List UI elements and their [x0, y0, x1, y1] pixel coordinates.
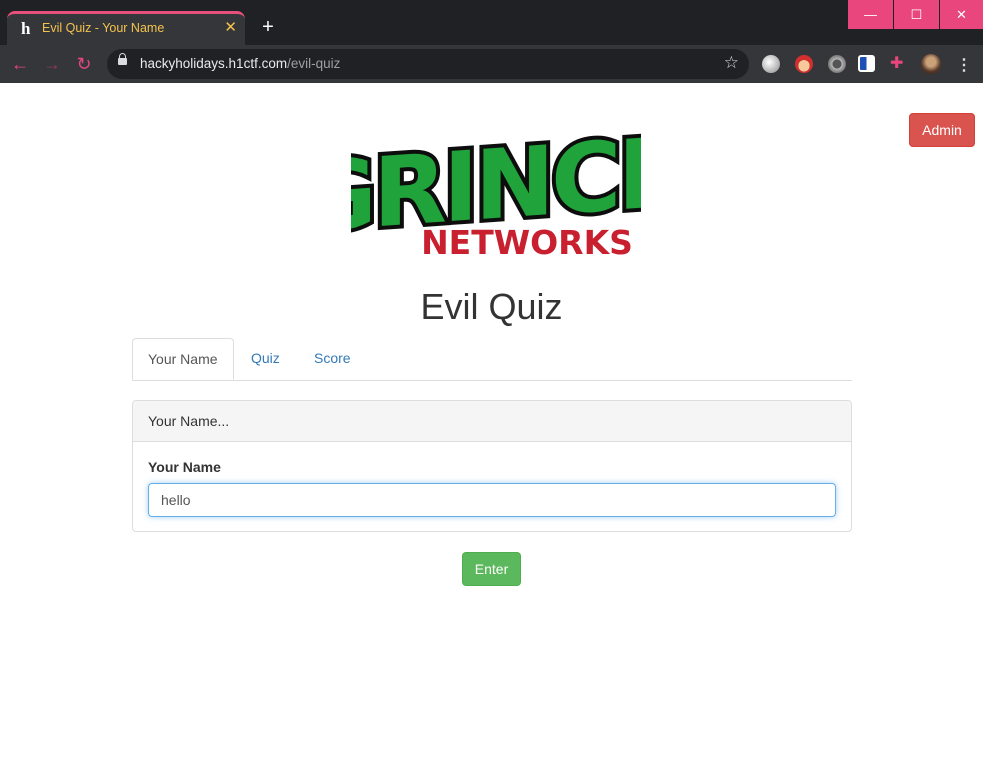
- reload-icon[interactable]: ↻: [73, 53, 95, 75]
- quiz-tabs: Your Name Quiz Score: [132, 338, 852, 381]
- url-text: hackyholidays.h1ctf.com/evil-quiz: [140, 56, 340, 71]
- browser-toolbar: ← → ↻ hackyholidays.h1ctf.com/evil-quiz …: [0, 45, 983, 83]
- close-window-button[interactable]: ✕: [940, 0, 983, 29]
- grinch-networks-logo: GRINCH NETWORKS: [351, 116, 641, 261]
- panel-heading: Your Name...: [133, 401, 851, 442]
- new-tab-button[interactable]: +: [257, 16, 279, 38]
- tab-close-icon[interactable]: ✕: [224, 18, 237, 36]
- gear-extension-icon[interactable]: [828, 55, 846, 73]
- name-panel: Your Name... Your Name: [132, 400, 852, 532]
- puzzle-extension-icon[interactable]: ✚: [890, 53, 908, 72]
- tab-score[interactable]: Score: [299, 338, 366, 379]
- enter-button[interactable]: Enter: [462, 552, 521, 586]
- back-icon[interactable]: ←: [9, 53, 31, 75]
- minimize-button[interactable]: —: [848, 0, 893, 29]
- maximize-button[interactable]: ☐: [894, 0, 939, 29]
- tab-quiz[interactable]: Quiz: [236, 338, 295, 379]
- your-name-label: Your Name: [148, 459, 221, 475]
- profile-avatar[interactable]: [921, 54, 941, 74]
- h-favicon-icon: h: [21, 19, 31, 38]
- tab-title: Evil Quiz - Your Name: [42, 21, 165, 35]
- tab-your-name[interactable]: Your Name: [132, 338, 234, 380]
- forward-icon[interactable]: →: [41, 53, 63, 75]
- santa-extension-icon[interactable]: [795, 55, 813, 73]
- lock-icon: [118, 53, 127, 65]
- shield-extension-icon[interactable]: [858, 55, 875, 72]
- admin-button[interactable]: Admin: [909, 113, 975, 147]
- url-host: hackyholidays.h1ctf.com: [140, 56, 288, 71]
- your-name-input[interactable]: [148, 483, 836, 517]
- url-path: /evil-quiz: [287, 56, 341, 71]
- browser-tab[interactable]: h Evil Quiz - Your Name ✕: [7, 11, 245, 45]
- logo-networks-text: NETWORKS: [421, 223, 633, 261]
- menu-kebab-icon[interactable]: ⋮: [956, 55, 972, 75]
- bookmark-star-icon[interactable]: ☆: [724, 53, 739, 73]
- page-title: Evil Quiz: [420, 286, 563, 327]
- browser-title-bar: h Evil Quiz - Your Name ✕ + — ☐ ✕: [0, 0, 983, 45]
- globe-extension-icon[interactable]: [762, 55, 780, 73]
- address-bar[interactable]: hackyholidays.h1ctf.com/evil-quiz ☆: [107, 49, 749, 79]
